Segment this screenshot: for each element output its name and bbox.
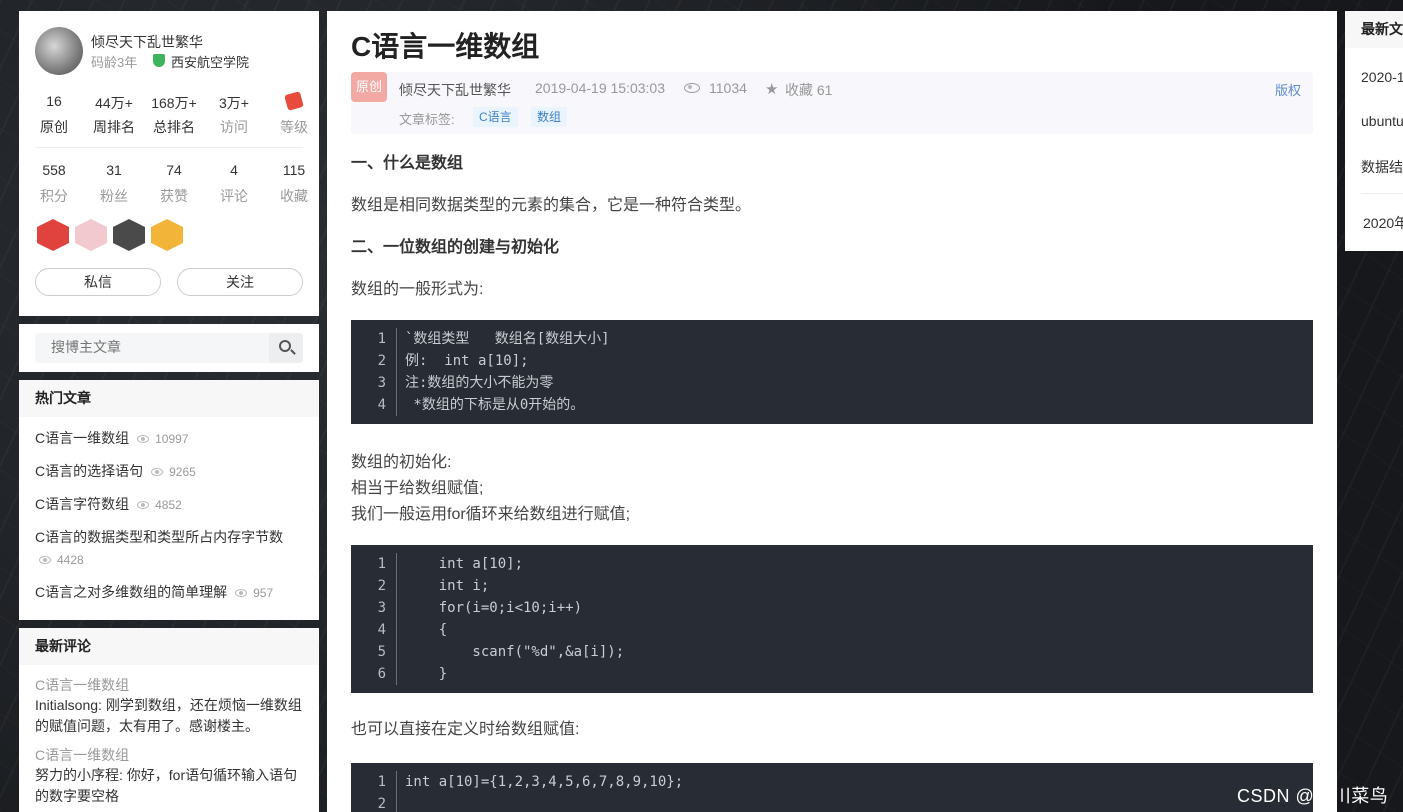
eye-icon: [151, 468, 164, 477]
section-heading: 一、什么是数组: [351, 155, 464, 172]
eye-icon: [137, 501, 150, 510]
section-heading: 二、一位数组的创建与初始化: [351, 239, 560, 256]
badge-icon[interactable]: [113, 219, 145, 251]
tag-chip[interactable]: 数组: [531, 107, 568, 127]
follow-button[interactable]: 关注: [177, 268, 303, 296]
stats-row-1: 16 原创 44万+ 周排名 168万+ 总排名 3万+ 访问 等级: [19, 91, 319, 137]
stat-visits: 3万+ 访问: [219, 95, 249, 135]
article-meta: 原创 倾尽天下乱世繁华 2019-04-19 15:03:03 11034 ★ …: [351, 72, 1313, 134]
stat-level[interactable]: 等级: [269, 91, 319, 137]
eye-icon: [684, 83, 700, 93]
stat-favorites: 115 收藏: [280, 162, 308, 204]
search-box: [35, 333, 303, 363]
article-author[interactable]: 倾尽天下乱世繁华: [399, 80, 511, 100]
hot-articles-title: 热门文章: [19, 380, 319, 417]
stat-comments: 4 评论: [220, 162, 248, 204]
hot-article-item[interactable]: C语言字符数组 4852: [35, 493, 303, 516]
latest-article-item[interactable]: ubuntu: [1361, 113, 1403, 129]
profile-card: 倾尽天下乱世繁华 码龄3年 西安航空学院 16 原创 44万+ 周排名 168万+ 总…: [19, 11, 319, 316]
stats-row-2: 558 积分 31 粉丝 74 获赞 4 评论 115 收藏: [19, 162, 319, 206]
profile-name[interactable]: 倾尽天下乱世繁华: [91, 32, 203, 52]
search-card: [19, 324, 319, 372]
paragraph: 相当于给数组赋值;: [351, 480, 484, 497]
comment-text: Initialsong: 刚学到数组，还在烦恼一维数组的赋值问题，太有用了。感谢…: [35, 697, 302, 734]
tags-label: 文章标签:: [399, 112, 455, 127]
badge-icon[interactable]: [75, 219, 107, 251]
code-block: 1 int a[10]={1,2,3,4,5,6,7,8,9,10}; 2: [351, 763, 1313, 812]
badge-icon[interactable]: [151, 219, 183, 251]
original-tag: 原创: [351, 72, 387, 102]
code-age: 码龄3年: [91, 55, 138, 70]
eye-icon: [39, 556, 51, 565]
comment-article-link[interactable]: C语言一维数组: [35, 675, 303, 695]
stat-likes: 74 获赞: [160, 162, 188, 204]
stat-fans[interactable]: 31 粉丝: [89, 162, 139, 206]
paragraph: 数组的一般形式为:: [351, 281, 484, 298]
article-favorites[interactable]: 收藏 61: [785, 80, 832, 100]
comment-text: 努力的小序程: 你好，for语句循环输入语句的数字要空格: [35, 767, 298, 804]
badge-icon[interactable]: [37, 219, 69, 251]
stat-total-rank[interactable]: 168万+ 总排名: [149, 93, 199, 137]
copyright-link[interactable]: 版权: [1275, 80, 1301, 99]
latest-comments-card: 最新评论 C语言一维数组 Initialsong: 刚学到数组，还在烦恼一维数组…: [19, 628, 319, 812]
hot-article-item[interactable]: C语言一维数组 10997: [35, 427, 303, 450]
star-icon[interactable]: ★: [765, 80, 778, 98]
stat-weekly-rank[interactable]: 44万+ 周排名: [89, 93, 139, 137]
article-views: 11034: [709, 80, 747, 96]
tag-chip[interactable]: C语言: [473, 107, 518, 127]
stat-original[interactable]: 16 原创: [29, 93, 79, 137]
hot-article-item[interactable]: C语言的数据类型和类型所占内存字节数 4428: [35, 526, 303, 571]
article-content: 一、什么是数组 数组是相同数据类型的元素的集合，它是一种符合类型。 二、一位数组…: [351, 151, 1313, 812]
avatar[interactable]: [35, 27, 83, 75]
stat-points: 558 积分: [40, 162, 68, 204]
paragraph: 也可以直接在定义时给数组赋值:: [351, 721, 580, 738]
article-date: 2019-04-19 15:03:03: [535, 80, 665, 96]
latest-article-item[interactable]: 2020-1: [1361, 69, 1403, 85]
article-main: C语言一维数组 原创 倾尽天下乱世繁华 2019-04-19 15:03:03 …: [327, 11, 1337, 812]
latest-comments-title: 最新评论: [19, 628, 319, 665]
comment-article-link[interactable]: C语言一维数组: [35, 745, 303, 765]
search-input[interactable]: [51, 339, 251, 355]
message-button[interactable]: 私信: [35, 268, 161, 296]
eye-icon: [235, 589, 248, 598]
paragraph: 我们一般运用for循环来给数组进行赋值;: [351, 506, 631, 523]
divider: [1361, 193, 1403, 194]
school: 西安航空学院: [171, 55, 250, 70]
paragraph: 数组的初始化:: [351, 454, 452, 471]
archive-year[interactable]: 2020年: [1363, 213, 1403, 233]
hot-article-item[interactable]: C语言之对多维数组的简单理解 957: [35, 581, 303, 604]
code-block: 1 `数组类型 数组名[数组大小] 2 例: int a[10]; 3 注:数组的大小…: [351, 320, 1313, 424]
hot-articles-card: 热门文章 C语言一维数组 10997 C语言的选择语句 9265 C语言字符数组 48…: [19, 380, 319, 620]
divider: [35, 147, 303, 148]
eye-icon: [137, 435, 150, 444]
badge-list: [37, 219, 183, 251]
hot-article-item[interactable]: C语言的选择语句 9265: [35, 460, 303, 483]
level-icon: [284, 91, 304, 111]
watermark: CSDN @川川菜鸟: [1237, 786, 1389, 806]
search-button[interactable]: [269, 333, 303, 363]
latest-articles-card: 最新文 2020-1 ubuntu 数据结 2020年: [1345, 11, 1403, 251]
latest-articles-title: 最新文: [1345, 11, 1403, 48]
code-block: 1 int a[10]; 2 int i; 3 for(i=0;i<10;i++…: [351, 545, 1313, 693]
latest-article-item[interactable]: 数据结: [1361, 157, 1403, 177]
paragraph: 数组是相同数据类型的元素的集合，它是一种符合类型。: [351, 197, 752, 214]
article-title: C语言一维数组: [351, 31, 540, 62]
